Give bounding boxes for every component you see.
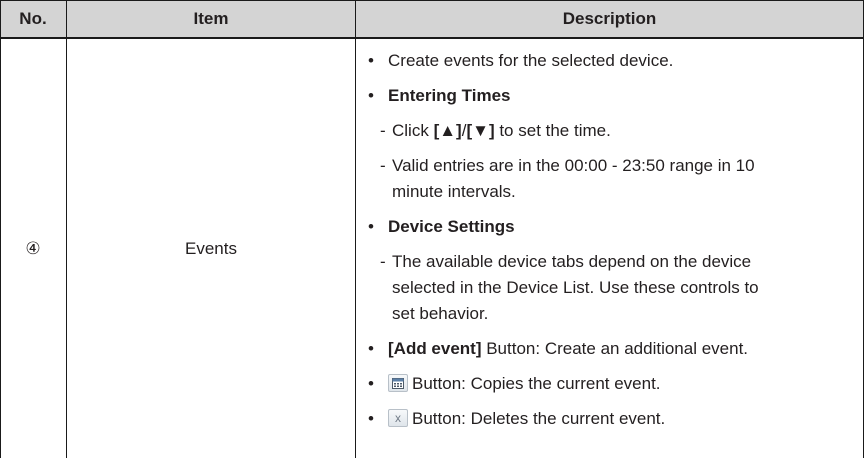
bullet-marker: • bbox=[368, 409, 374, 428]
bullet-marker: • bbox=[368, 86, 374, 105]
sub-item-text: The available device tabs depend on the … bbox=[392, 252, 752, 271]
up-arrow-key-label: [▲] bbox=[433, 121, 462, 140]
add-event-button-label: [Add event] bbox=[388, 339, 482, 358]
dash-marker: - bbox=[380, 156, 386, 175]
text-fragment: to set the time. bbox=[494, 121, 611, 140]
calendar-copy-icon-glyph bbox=[392, 378, 404, 389]
text-fragment: Button: Create an additional event. bbox=[481, 339, 749, 358]
text-fragment: Button: Copies the current event. bbox=[412, 374, 661, 393]
bullet-marker: • bbox=[368, 51, 374, 70]
sub-item-text: Valid entries are in the 00:00 - 23:50 r… bbox=[392, 156, 755, 175]
bullet-marker: • bbox=[368, 374, 374, 393]
description-table: No. Item Description ④ Events • Create e… bbox=[0, 0, 864, 458]
bullet-text: [Add event] Button: Create an additional… bbox=[388, 336, 748, 362]
column-divider-item bbox=[355, 0, 356, 458]
bullet-heading-device-settings: Device Settings bbox=[388, 217, 515, 236]
bullet-text: x Button: Deletes the current event. bbox=[388, 406, 665, 432]
text-fragment: Click bbox=[392, 121, 434, 140]
down-arrow-key-label: [▼] bbox=[466, 121, 495, 140]
bullet-heading-entering-times: Entering Times bbox=[388, 86, 511, 105]
delete-x-glyph: x bbox=[395, 411, 401, 425]
dash-marker: - bbox=[380, 252, 386, 271]
bullet-text: Button: Copies the current event. bbox=[388, 371, 661, 397]
row-number: ④ bbox=[25, 238, 41, 258]
sub-item-text: minute intervals. bbox=[392, 182, 516, 201]
delete-x-icon: x bbox=[388, 409, 408, 427]
header-description: Description bbox=[562, 9, 657, 28]
header-item: Item bbox=[193, 9, 229, 28]
dash-marker: - bbox=[380, 121, 386, 140]
header-no: No. bbox=[19, 9, 47, 28]
text-fragment: Button: Deletes the current event. bbox=[412, 409, 666, 428]
sub-item-text: set behavior. bbox=[392, 304, 489, 323]
calendar-copy-icon bbox=[388, 374, 408, 392]
sub-item-text: selected in the Device List. Use these c… bbox=[392, 278, 759, 297]
bullet-marker: • bbox=[368, 339, 374, 358]
sub-item-text: Click [▲]/[▼] to set the time. bbox=[392, 118, 611, 144]
bullet-marker: • bbox=[368, 217, 374, 236]
row-item: Events bbox=[185, 238, 237, 258]
bullet-text: Create events for the selected device. bbox=[388, 51, 674, 70]
